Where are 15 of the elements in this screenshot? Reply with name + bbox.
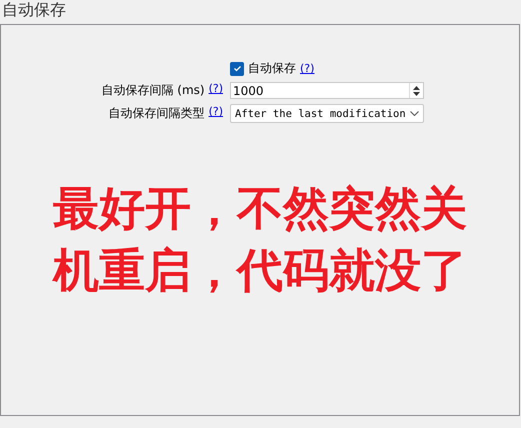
dropdown[interactable]: After the last modification (230, 104, 424, 123)
field-label: 自动保存间隔 (ms) (101, 82, 205, 99)
spinner-arrows-icon[interactable] (409, 83, 423, 98)
checkmark-icon (232, 64, 242, 73)
number-input[interactable]: 1000 (230, 82, 424, 99)
annotation-text: 机重启，代码就没了 (53, 245, 467, 295)
checkbox[interactable] (230, 62, 244, 76)
help-link[interactable]: (?) (300, 62, 314, 75)
help-link[interactable]: (?) (208, 105, 223, 122)
chevron-down-icon (410, 111, 419, 116)
checkbox-label: 自动保存 (248, 60, 296, 77)
field-label: 自动保存间隔类型 (108, 105, 205, 122)
section-title: 自动保存 (1, 0, 67, 21)
help-link[interactable]: (?) (208, 82, 223, 99)
annotation-text: 最好开，不然突然关 (53, 183, 467, 233)
